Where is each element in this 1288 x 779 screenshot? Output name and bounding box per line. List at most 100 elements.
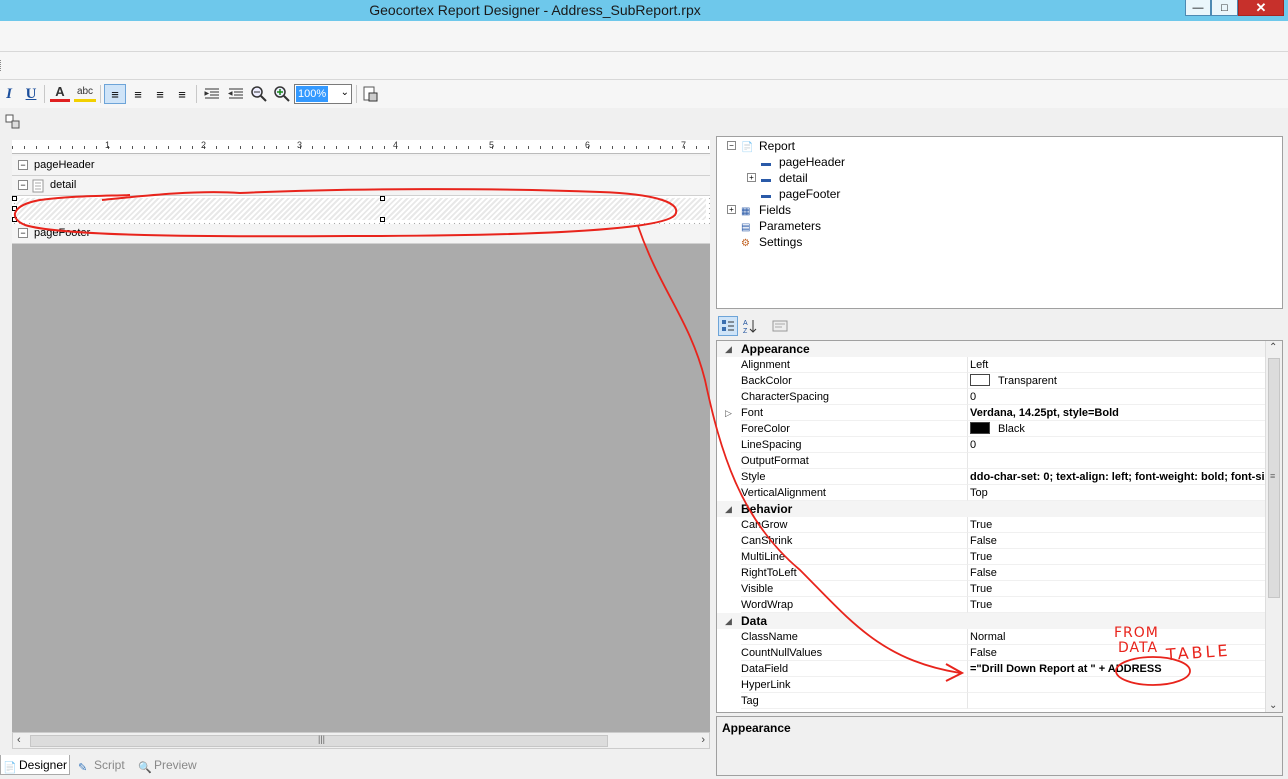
scroll-right-icon[interactable]: ›	[701, 734, 705, 746]
scroll-left-icon[interactable]: ‹	[17, 734, 21, 746]
align-left-button[interactable]: ≡	[104, 84, 126, 104]
property-category[interactable]: ◢ Behavior	[717, 501, 1282, 517]
property-value[interactable]: 0	[967, 437, 1265, 453]
property-row[interactable]: ▷ Font Verdana, 14.25pt, style=Bold	[717, 405, 1282, 421]
property-row[interactable]: OutputFormat	[717, 453, 1282, 469]
property-row[interactable]: WordWrap True	[717, 597, 1282, 613]
property-category[interactable]: ◢ Data	[717, 613, 1282, 629]
property-value[interactable]: False	[967, 533, 1265, 549]
tree-node-pageheader[interactable]: ▬ pageHeader	[761, 154, 845, 170]
tab-script[interactable]: ✎ Script	[76, 755, 134, 775]
property-value[interactable]: True	[967, 517, 1265, 533]
tree-node-parameters[interactable]: ▤ Parameters	[741, 218, 821, 234]
zoom-out-button[interactable]	[249, 84, 269, 104]
minimize-button[interactable]: —	[1185, 0, 1211, 16]
expand-arrow-icon[interactable]: ▷	[725, 405, 732, 421]
resize-handle[interactable]	[380, 217, 385, 222]
tree-node-report[interactable]: − 📄 Report	[727, 138, 795, 154]
alphabetical-button[interactable]: AZ	[740, 316, 760, 336]
property-category[interactable]: ◢ Appearance	[717, 341, 1282, 357]
collapse-arrow-icon[interactable]: ◢	[725, 501, 732, 517]
tree-node-detail[interactable]: + ▬ detail	[747, 170, 808, 186]
property-value[interactable]: 0	[967, 389, 1265, 405]
scroll-down-icon[interactable]: ⌄	[1269, 700, 1277, 711]
indent-button[interactable]	[202, 84, 222, 104]
property-value[interactable]: Verdana, 14.25pt, style=Bold	[967, 405, 1265, 421]
property-pages-button[interactable]	[770, 316, 790, 336]
horizontal-scrollbar[interactable]: ‹ ||| ›	[12, 732, 710, 749]
highlight-button[interactable]: abc	[74, 84, 96, 102]
section-page-header[interactable]: − pageHeader	[12, 156, 710, 176]
close-button[interactable]: ✕	[1238, 0, 1284, 16]
property-row[interactable]: Alignment Left	[717, 357, 1282, 373]
property-row[interactable]: ForeColor Black	[717, 421, 1282, 437]
property-row[interactable]: RightToLeft False	[717, 565, 1282, 581]
property-row[interactable]: VerticalAlignment Top	[717, 485, 1282, 501]
property-row[interactable]: Tag	[717, 693, 1282, 709]
tree-node-settings[interactable]: ⚙ Settings	[741, 234, 802, 250]
property-value[interactable]: True	[967, 597, 1265, 613]
property-grid-scrollbar[interactable]: ⌃ ≡ ⌄	[1265, 341, 1282, 712]
resize-handle[interactable]	[12, 206, 17, 211]
property-value[interactable]: Transparent	[967, 373, 1265, 389]
maximize-button[interactable]: □	[1211, 0, 1238, 16]
zoom-in-button[interactable]	[272, 84, 292, 104]
property-row[interactable]: BackColor Transparent	[717, 373, 1282, 389]
layout-button[interactable]	[4, 112, 22, 132]
tab-preview[interactable]: 🔍 Preview	[136, 755, 202, 775]
scroll-thumb[interactable]: ≡	[1268, 358, 1280, 598]
property-row[interactable]: Style ddo-char-set: 0; text-align: left; …	[717, 469, 1282, 485]
property-value[interactable]: True	[967, 549, 1265, 565]
resize-handle[interactable]	[12, 196, 17, 201]
property-row[interactable]: DataField ="Drill Down Report at " + ADDR…	[717, 661, 1282, 677]
property-row[interactable]: HyperLink	[717, 677, 1282, 693]
property-row[interactable]: LineSpacing 0	[717, 437, 1282, 453]
detail-band[interactable]	[12, 196, 710, 224]
chevron-down-icon[interactable]: ⌄	[341, 87, 349, 98]
expand-icon[interactable]: +	[747, 173, 756, 182]
underline-button[interactable]: U	[22, 84, 40, 104]
property-row[interactable]: Visible True	[717, 581, 1282, 597]
property-value[interactable]	[967, 677, 1265, 693]
outdent-button[interactable]	[226, 84, 246, 104]
property-value[interactable]	[967, 453, 1265, 469]
property-value[interactable]: ddo-char-set: 0; text-align: left; font-…	[967, 469, 1265, 485]
justify-button[interactable]: ≡	[172, 84, 192, 104]
expand-icon[interactable]: +	[727, 205, 736, 214]
scroll-thumb[interactable]: |||	[30, 734, 608, 747]
page-setup-button[interactable]	[360, 84, 380, 104]
collapse-icon[interactable]: −	[18, 160, 28, 170]
collapse-icon[interactable]: −	[727, 141, 736, 150]
scroll-up-icon[interactable]: ⌃	[1269, 342, 1277, 353]
property-value[interactable]: ="Drill Down Report at " + ADDRESS	[967, 661, 1265, 677]
zoom-combobox[interactable]: 100% ⌄	[294, 84, 352, 104]
datafield-textbox[interactable]	[16, 198, 706, 220]
collapse-icon[interactable]: −	[18, 228, 28, 238]
italic-button[interactable]: I	[2, 84, 16, 104]
collapse-arrow-icon[interactable]: ◢	[725, 341, 732, 357]
property-value[interactable]: Top	[967, 485, 1265, 501]
property-row[interactable]: MultiLine True	[717, 549, 1282, 565]
property-row[interactable]: CanShrink False	[717, 533, 1282, 549]
property-row[interactable]: CanGrow True	[717, 517, 1282, 533]
property-value[interactable]: True	[967, 581, 1265, 597]
font-color-button[interactable]: A	[50, 84, 70, 102]
collapse-arrow-icon[interactable]: ◢	[725, 613, 732, 629]
align-center-button[interactable]: ≡	[128, 84, 148, 104]
resize-handle[interactable]	[12, 217, 17, 222]
tree-node-fields[interactable]: + ▦ Fields	[727, 202, 791, 218]
categorized-button[interactable]	[718, 316, 738, 336]
property-row[interactable]: CharacterSpacing 0	[717, 389, 1282, 405]
property-value[interactable]	[967, 693, 1265, 709]
collapse-icon[interactable]: −	[18, 180, 28, 190]
toolbar-grip[interactable]	[0, 60, 2, 71]
resize-handle[interactable]	[380, 196, 385, 201]
section-detail[interactable]: − detail	[12, 176, 710, 196]
property-value[interactable]: Left	[967, 357, 1265, 373]
section-page-footer[interactable]: − pageFooter	[12, 224, 710, 244]
tab-designer[interactable]: 📄 Designer	[0, 755, 70, 775]
align-right-button[interactable]: ≡	[150, 84, 170, 104]
property-value[interactable]: Black	[967, 421, 1265, 437]
tree-node-pagefooter[interactable]: ▬ pageFooter	[761, 186, 840, 202]
property-value[interactable]: False	[967, 565, 1265, 581]
